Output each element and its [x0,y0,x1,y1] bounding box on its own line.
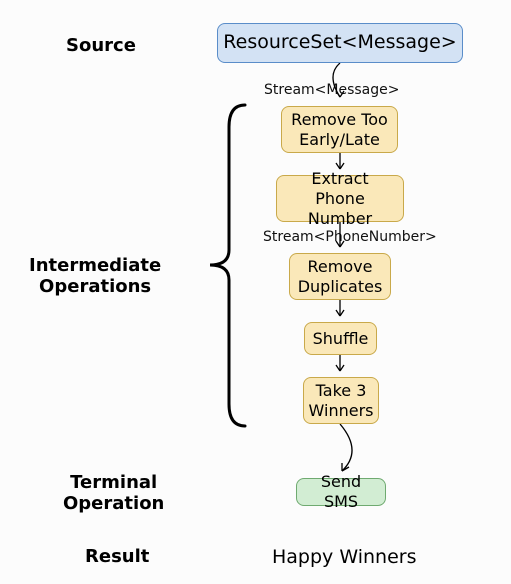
stream-phone-label: Stream<PhoneNumber> [263,229,437,245]
node-remove-early-late: Remove Too Early/Late [281,106,398,153]
stream-message-label: Stream<Message> [264,82,399,98]
node-take3: Take 3 Winners [303,377,379,424]
label-result: Result [85,546,149,567]
node-shuffle: Shuffle [304,322,377,355]
node-send-sms: Send SMS [296,478,386,506]
arrow-4 [333,300,347,323]
arrow-5 [333,355,347,378]
node-remove-dup: Remove Duplicates [289,253,391,300]
node-extract-phone: Extract Phone Number [276,175,404,222]
label-source: Source [66,35,136,56]
brace-intermediate [207,102,251,429]
result-text: Happy Winners [272,546,416,568]
label-terminal: Terminal Operation [63,472,164,514]
node-source: ResourceSet<Message> [217,23,463,63]
label-intermediate: Intermediate Operations [29,255,161,297]
